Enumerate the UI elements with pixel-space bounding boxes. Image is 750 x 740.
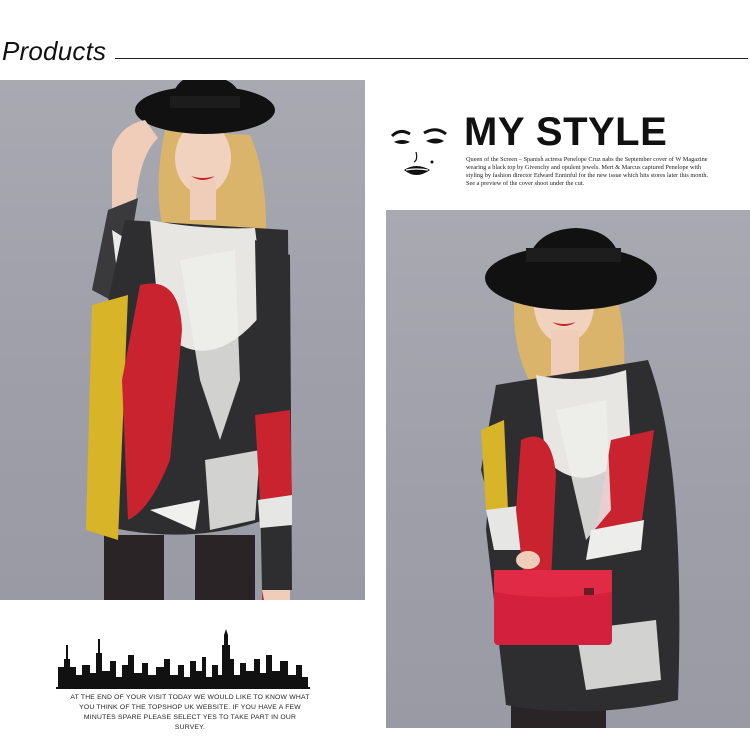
my-style-caption: Queen of the Screen – Spanish actress Pe…: [466, 156, 709, 187]
product-photo-clutch: [386, 210, 750, 728]
my-style-block: MY STYLE Queen of the Screen – Spanish a…: [386, 110, 746, 200]
city-skyline-icon: [56, 629, 310, 689]
my-style-title: MY STYLE: [464, 110, 668, 154]
products-heading: Products: [2, 36, 107, 66]
heading-divider: [115, 58, 748, 59]
survey-text: AT THE END OF YOUR VISIT TODAY WE WOULD …: [70, 694, 310, 731]
model-clutch-illustration: [481, 228, 680, 728]
model-front-illustration: [86, 80, 292, 600]
lips-face-icon: [390, 128, 447, 175]
product-photo-front: [0, 80, 365, 600]
